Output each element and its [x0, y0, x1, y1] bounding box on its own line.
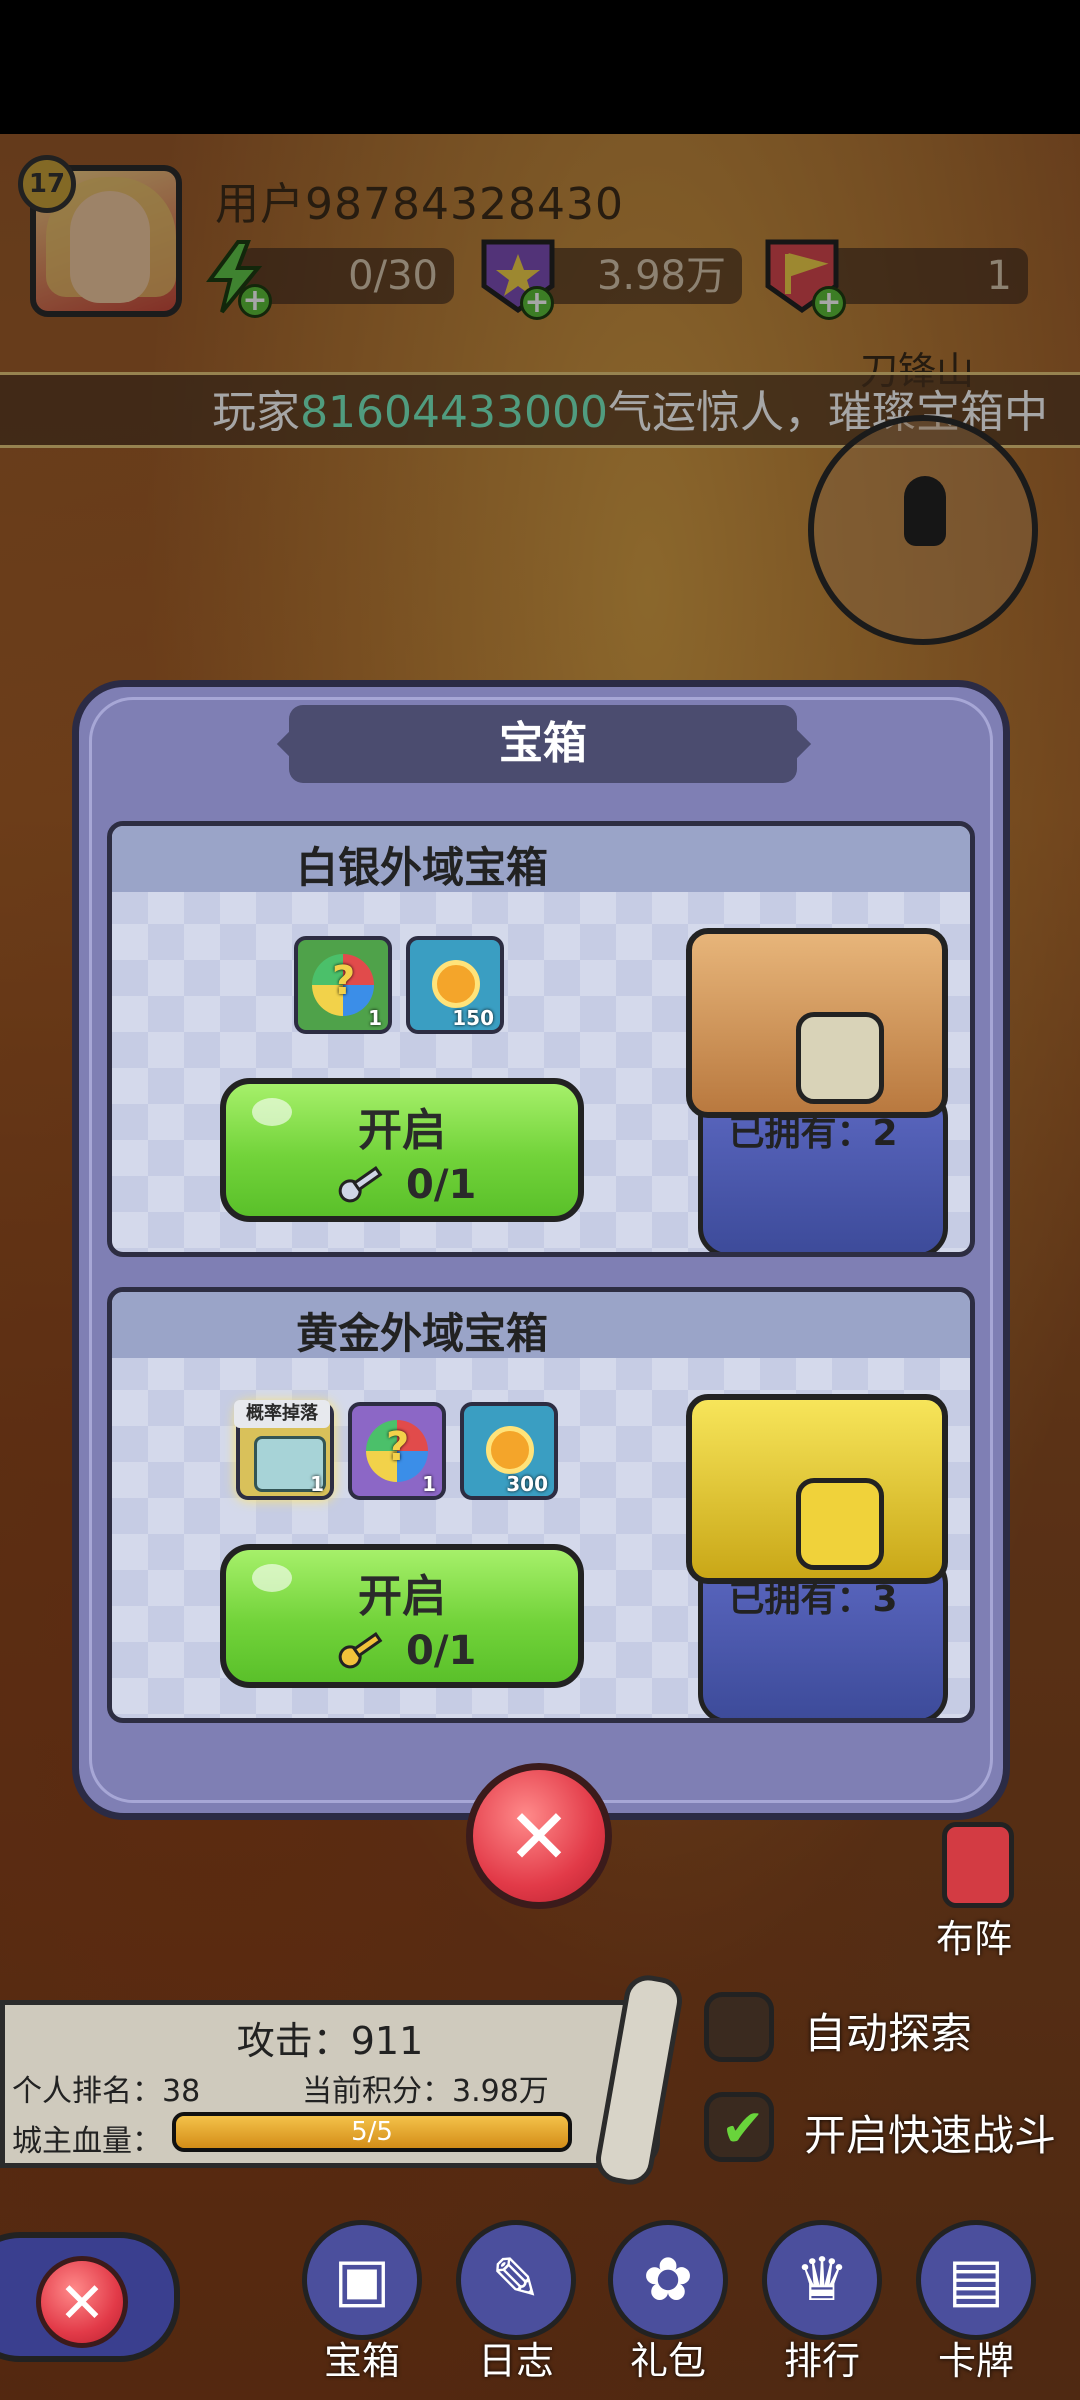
exit-circle: ✕: [36, 2256, 128, 2348]
nav-circle: ▣: [302, 2220, 422, 2340]
reward-qty: 150: [452, 1006, 494, 1030]
nav-label: 礼包: [629, 2339, 706, 2383]
reward-qty: 300: [506, 1472, 548, 1496]
formation-flag-icon: [942, 1822, 1014, 1908]
silver-key-icon: [329, 1154, 391, 1214]
chest-card-silver: 白银外域宝箱 ? 1 150 开启 0/1 已拥有：2: [107, 821, 975, 1257]
question-mark-icon: ?: [332, 958, 356, 1004]
chest-lock-icon: [796, 1478, 884, 1570]
nav-item-cards[interactable]: ▤ 卡牌: [906, 2220, 1046, 2383]
quick-battle-checkbox[interactable]: ✔: [704, 2092, 774, 2162]
nav-label: 日志: [477, 2339, 554, 2383]
nav-item-chest[interactable]: ▣ 宝箱: [292, 2220, 432, 2383]
reward-gold-coin[interactable]: 150: [406, 936, 504, 1034]
treasure-chest-modal: 宝箱 白银外域宝箱 ? 1 150 开启 0/1 已拥有：2 黄金外域宝箱 概率…: [72, 680, 1010, 1820]
gold-key-icon: [329, 1620, 391, 1680]
open-button-label: 开启: [358, 1571, 446, 1622]
nav-circle: ▤: [916, 2220, 1036, 2340]
auto-explore-checkbox[interactable]: [704, 1992, 774, 2062]
treasure-chest-icon: ▣: [333, 2245, 391, 2315]
formation-button[interactable]: 布阵: [918, 1822, 1030, 1962]
reward-qty: 1: [310, 1472, 324, 1496]
current-score: 当前积分：3.98万: [302, 2074, 549, 2109]
auto-explore-label: 自动探索: [804, 2009, 973, 2058]
close-modal-button[interactable]: ✕: [466, 1763, 612, 1909]
gift-bag-icon: ✿: [642, 2245, 694, 2315]
log-book-icon: ✎: [490, 2245, 542, 2315]
gold-chest-body: [686, 1394, 948, 1584]
reward-mixed-gems[interactable]: ? 1: [348, 1402, 446, 1500]
nav-item-log[interactable]: ✎ 日志: [446, 2220, 586, 2383]
close-icon: ✕: [507, 1792, 571, 1881]
formation-label: 布阵: [935, 1917, 1012, 1961]
modal-title: 宝箱: [289, 705, 797, 783]
owned-count: 已拥有：3: [728, 1579, 898, 1620]
nav-circle: ♛: [762, 2220, 882, 2340]
exit-button[interactable]: ✕: [0, 2232, 180, 2362]
hp-text: 5/5: [351, 2117, 393, 2147]
open-button-label: 开启: [358, 1105, 446, 1156]
gold-coin-icon: [486, 1426, 534, 1474]
key-count: 0/1: [406, 1628, 477, 1674]
key-count: 0/1: [406, 1162, 477, 1208]
chest-lock-icon: [796, 1012, 884, 1104]
personal-rank: 个人排名：38: [12, 2074, 201, 2109]
nav-circle: ✎: [456, 2220, 576, 2340]
probability-drop-badge: 概率掉落: [234, 1400, 330, 1428]
silver-chest-art: 已拥有：2: [668, 908, 958, 1252]
chest-name: 白银外域宝箱: [295, 843, 548, 892]
reward-gold-coin[interactable]: 300: [460, 1402, 558, 1500]
close-icon: ✕: [58, 2271, 106, 2336]
question-mark-icon: ?: [386, 1424, 410, 1470]
nav-label: 卡牌: [937, 2339, 1014, 2383]
nav-label: 宝箱: [323, 2339, 400, 2383]
nav-item-gift[interactable]: ✿ 礼包: [598, 2220, 738, 2383]
gold-chest-art: 已拥有：3: [668, 1374, 958, 1718]
chest-card-gold: 黄金外域宝箱 概率掉落 1 ? 1 300 开启 0/1 已拥有：3: [107, 1287, 975, 1723]
open-silver-chest-button[interactable]: 开启 0/1: [220, 1078, 584, 1222]
lord-hp-label: 城主血量：: [12, 2124, 162, 2159]
reward-mixed-gems[interactable]: ? 1: [294, 936, 392, 1034]
reward-probability-chest[interactable]: 概率掉落 1: [234, 1400, 334, 1500]
nav-item-ranking[interactable]: ♛ 排行: [752, 2220, 892, 2383]
nav-label: 排行: [783, 2339, 860, 2383]
card-icon: ▤: [947, 2245, 1005, 2315]
silver-chest-body: [686, 928, 948, 1118]
quick-battle-label: 开启快速战斗: [804, 2111, 1057, 2160]
status-bar: [0, 0, 1080, 134]
checkmark-icon: ✔: [721, 2099, 765, 2159]
gold-coin-icon: [432, 960, 480, 1008]
owned-count: 已拥有：2: [728, 1113, 898, 1154]
trophy-icon: ♛: [795, 2245, 849, 2315]
open-gold-chest-button[interactable]: 开启 0/1: [220, 1544, 584, 1688]
reward-qty: 1: [368, 1006, 382, 1030]
nav-circle: ✿: [608, 2220, 728, 2340]
lord-hp-bar: 5/5: [172, 2112, 572, 2152]
attack-value: 攻击：911: [236, 2019, 424, 2063]
reward-qty: 1: [422, 1472, 436, 1496]
chest-name: 黄金外域宝箱: [295, 1309, 548, 1358]
